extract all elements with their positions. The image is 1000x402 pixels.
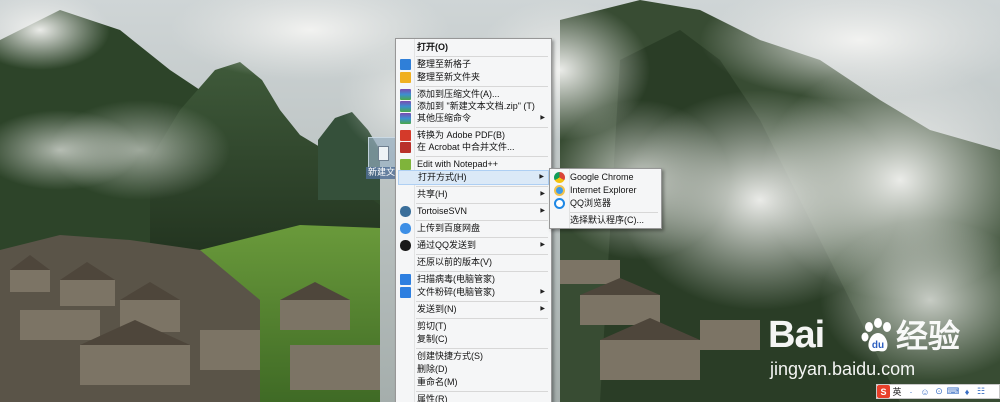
submenu-item-qq-browser[interactable]: QQ浏览器: [552, 196, 659, 211]
menu-item-label: 通过QQ发送到: [417, 240, 477, 250]
menu-item-label: QQ浏览器: [570, 198, 612, 208]
menu-item-label: 整理至新文件夹: [417, 72, 481, 82]
menu-item-label: 转换为 Adobe PDF(B): [417, 130, 506, 140]
qq-browser-icon: [554, 198, 565, 209]
menu-item-label: Google Chrome: [570, 172, 634, 182]
watermark-logo-text: Bai: [768, 314, 825, 356]
tortoise-svn-icon: [400, 206, 411, 217]
menu-item-label: 选择默认程序(C)...: [570, 215, 644, 225]
menu-item-label: 添加到 "新建文本文档.zip" (T): [417, 101, 535, 111]
submenu-item-choose-default[interactable]: 选择默认程序(C)...: [552, 213, 659, 228]
menu-item-label: Edit with Notepad++: [417, 159, 499, 169]
submenu-arrow-icon: ▶: [540, 306, 545, 312]
baidu-paw-icon: du: [861, 318, 891, 352]
menu-item-label: 整理至新格子: [417, 59, 472, 69]
watermark-url: jingyan.baidu.com: [770, 359, 916, 379]
menu-item-label: 在 Acrobat 中合并文件...: [417, 142, 515, 152]
ime-voice-icon[interactable]: ⊙: [932, 385, 946, 398]
menu-item-label: 复制(C): [417, 334, 448, 344]
shield-icon: [400, 287, 411, 298]
open-with-submenu: Google Chrome Internet Explorer QQ浏览器 选择…: [549, 168, 662, 229]
ime-emoji-icon[interactable]: ☺: [918, 385, 932, 398]
menu-item-send-via-qq[interactable]: 通过QQ发送到 ▶: [398, 238, 549, 253]
qq-icon: [400, 240, 411, 251]
baidu-jingyan-watermark: Bai du 经验 jingyan.baidu.com: [768, 315, 978, 387]
ime-toolbar: S 英 · ☺ ⊙ ⌨ ♦ ☷: [876, 384, 1000, 399]
menu-item-shred-file[interactable]: 文件粉碎(电脑管家) ▶: [398, 285, 549, 300]
menu-item-tortoise-svn[interactable]: TortoiseSVN ▶: [398, 204, 549, 219]
menu-item-share[interactable]: 共享(H) ▶: [398, 187, 549, 202]
menu-item-label: 剪切(T): [417, 321, 447, 331]
menu-item-rename[interactable]: 重命名(M): [398, 375, 549, 390]
ime-keyboard-icon[interactable]: ⌨: [946, 385, 960, 398]
menu-item-label: 共享(H): [417, 189, 448, 199]
menu-item-label: 还原以前的版本(V): [417, 257, 492, 267]
menu-item-label: 上传到百度网盘: [417, 223, 481, 233]
menu-item-restore-previous[interactable]: 还原以前的版本(V): [398, 255, 549, 270]
menu-item-label: 属性(R): [417, 394, 448, 402]
text-document-icon: [368, 137, 396, 171]
menu-item-label: 打开方式(H): [418, 172, 467, 182]
archive-icon: [400, 113, 411, 124]
sogou-ime-logo-icon[interactable]: S: [877, 385, 890, 398]
menu-item-open[interactable]: 打开(O): [398, 40, 549, 55]
folder-icon: [400, 72, 411, 83]
submenu-arrow-icon: ▶: [540, 208, 545, 214]
menu-item-other-compress[interactable]: 其他压缩命令 ▶: [398, 111, 549, 126]
submenu-arrow-icon: ▶: [539, 174, 544, 180]
notepad-plus-plus-icon: [400, 159, 411, 170]
ime-toolbox-icon[interactable]: ☷: [974, 385, 988, 398]
ime-language-toggle[interactable]: 英: [890, 385, 904, 398]
menu-item-copy[interactable]: 复制(C): [398, 332, 549, 347]
shield-icon: [400, 274, 411, 285]
menu-item-send-to[interactable]: 发送到(N) ▶: [398, 302, 549, 317]
menu-item-label: 创建快捷方式(S): [417, 351, 483, 361]
menu-item-label: 删除(D): [417, 364, 448, 374]
chrome-icon: [554, 172, 565, 183]
submenu-arrow-icon: ▶: [540, 191, 545, 197]
menu-item-acrobat-merge[interactable]: 在 Acrobat 中合并文件...: [398, 140, 549, 155]
svg-text:du: du: [872, 340, 884, 351]
menu-item-label: 扫描病毒(电脑管家): [417, 274, 495, 284]
menu-item-fences-folder[interactable]: 整理至新文件夹: [398, 70, 549, 85]
submenu-arrow-icon: ▶: [540, 115, 545, 121]
menu-item-baidu-netdisk[interactable]: 上传到百度网盘: [398, 221, 549, 236]
submenu-arrow-icon: ▶: [540, 242, 545, 248]
internet-explorer-icon: [554, 185, 565, 196]
menu-item-label: 打开(O): [417, 42, 448, 52]
menu-item-label: 发送到(N): [417, 304, 457, 314]
submenu-arrow-icon: ▶: [540, 289, 545, 295]
menu-item-label: 其他压缩命令: [417, 113, 472, 123]
menu-item-open-with[interactable]: 打开方式(H) ▶: [398, 170, 549, 185]
ime-skin-icon[interactable]: ♦: [960, 385, 974, 398]
acrobat-icon: [400, 142, 411, 153]
menu-item-properties[interactable]: 属性(R): [398, 392, 549, 402]
menu-item-label: 添加到压缩文件(A)...: [417, 89, 500, 99]
fences-grid-icon: [400, 59, 411, 70]
menu-item-label: TortoiseSVN: [417, 206, 468, 216]
menu-item-label: 文件粉碎(电脑管家): [417, 287, 495, 297]
ime-punctuation-toggle[interactable]: ·: [904, 385, 918, 398]
menu-item-label: Internet Explorer: [570, 185, 637, 195]
context-menu: 打开(O) 整理至新格子 整理至新文件夹 添加到压缩文件(A)... 添加到 "…: [395, 38, 552, 402]
watermark-chinese-text: 经验: [896, 317, 961, 355]
menu-item-label: 重命名(M): [417, 377, 458, 387]
baidu-netdisk-icon: [400, 223, 411, 234]
